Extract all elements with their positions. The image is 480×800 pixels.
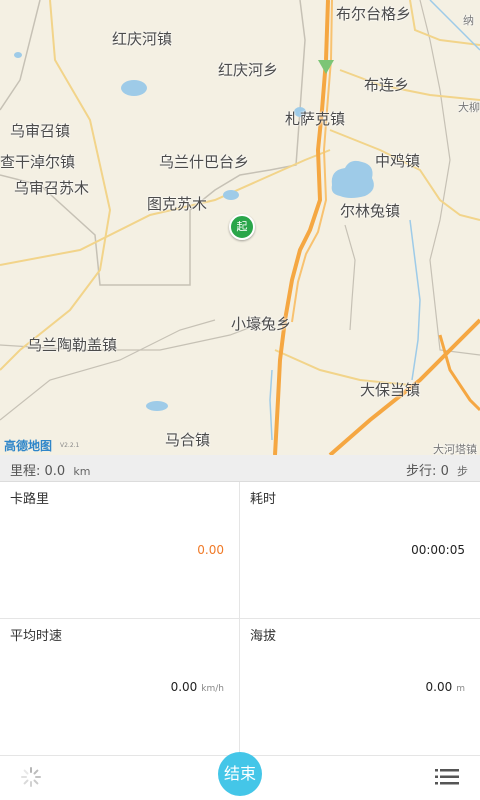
steps-unit: 步 [457, 465, 468, 478]
road [339, 69, 480, 101]
mileage-label: 里程: [10, 464, 41, 479]
start-marker-icon[interactable]: 起 [229, 214, 255, 240]
map-label: 札萨克镇 [285, 110, 346, 128]
lake [223, 190, 239, 200]
altitude-card: 海拔 0.00 m [240, 619, 480, 756]
map-label: 布连乡 [364, 76, 410, 94]
lake [14, 52, 22, 58]
steps-stat: 步行: 0 步 [406, 460, 468, 479]
boundary-line [344, 224, 356, 331]
lake [146, 401, 168, 411]
duration-label: 耗时 [250, 492, 277, 507]
highway-shield [318, 60, 334, 74]
map-label: 红庆河镇 [112, 30, 173, 48]
mileage-value: 0.0 [44, 464, 66, 479]
map-label: 乌兰什巴台乡 [159, 153, 250, 171]
altitude-value: 0.00 m [426, 680, 466, 694]
end-button[interactable]: 结束 [218, 752, 262, 796]
map-label: 小壕兔乡 [231, 315, 292, 333]
summary-stats-bar: 里程: 0.0 km 步行: 0 步 [0, 455, 480, 482]
map-label: 布尔台格乡 [336, 5, 412, 23]
mileage-unit: km [73, 465, 91, 478]
loading-spinner-icon[interactable] [20, 766, 42, 788]
map-view[interactable]: 布尔台格乡 纳 红庆河镇 红庆河乡 布连乡 大柳 乌审召镇 札萨克镇 查干淖尔镇… [0, 0, 480, 455]
calories-value: 0.00 [197, 543, 224, 557]
map-label: 查干淖尔镇 [0, 153, 76, 171]
calories-number: 0.00 [197, 543, 224, 557]
calories-card: 卡路里 0.00 [0, 482, 240, 619]
lake [331, 160, 374, 198]
river [269, 369, 273, 441]
map-label: 乌审召镇 [10, 122, 71, 140]
avg-speed-unit: km/h [201, 684, 224, 694]
mileage-stat: 里程: 0.0 km [10, 460, 90, 479]
map-label: 乌兰陶勒盖镇 [27, 336, 118, 354]
map-provider-logo: 高德地图 [4, 439, 53, 453]
map-label: 大柳 [458, 101, 480, 114]
map-label: 大河塔镇 [433, 443, 477, 455]
lake [121, 80, 147, 96]
app-root: 布尔台格乡 纳 红庆河镇 红庆河乡 布连乡 大柳 乌审召镇 札萨克镇 查干淖尔镇… [0, 0, 480, 800]
map-label: 尔林兔镇 [340, 202, 401, 220]
calories-label: 卡路里 [10, 492, 50, 507]
map-label: 红庆河乡 [218, 61, 279, 79]
altitude-number: 0.00 [425, 680, 453, 694]
map-label: 图克苏木 [147, 195, 208, 213]
avg-speed-value: 0.00 km/h [171, 680, 224, 694]
map-label: 乌审召苏木 [14, 179, 90, 197]
altitude-label: 海拔 [250, 629, 277, 644]
duration-number: 00:00:05 [411, 543, 465, 557]
avg-speed-label: 平均时速 [10, 629, 63, 644]
duration-card: 耗时 00:00:05 [240, 482, 480, 619]
map-label: 纳 [463, 14, 474, 27]
altitude-unit: m [456, 684, 465, 694]
duration-value: 00:00:05 [411, 543, 465, 557]
highway [438, 334, 480, 412]
boundary-line [419, 0, 480, 356]
list-menu-icon[interactable] [435, 768, 459, 786]
map-label: 马合镇 [165, 431, 211, 449]
map-provider-version: V2.2.1 [60, 442, 80, 449]
map-label: 中鸡镇 [375, 152, 421, 170]
river [409, 219, 421, 381]
steps-label: 步行: [406, 464, 437, 479]
avg-speed-card: 平均时速 0.00 km/h [0, 619, 240, 756]
avg-speed-number: 0.00 [170, 680, 198, 694]
steps-value: 0 [440, 464, 449, 479]
map-label: 大保当镇 [360, 381, 421, 399]
